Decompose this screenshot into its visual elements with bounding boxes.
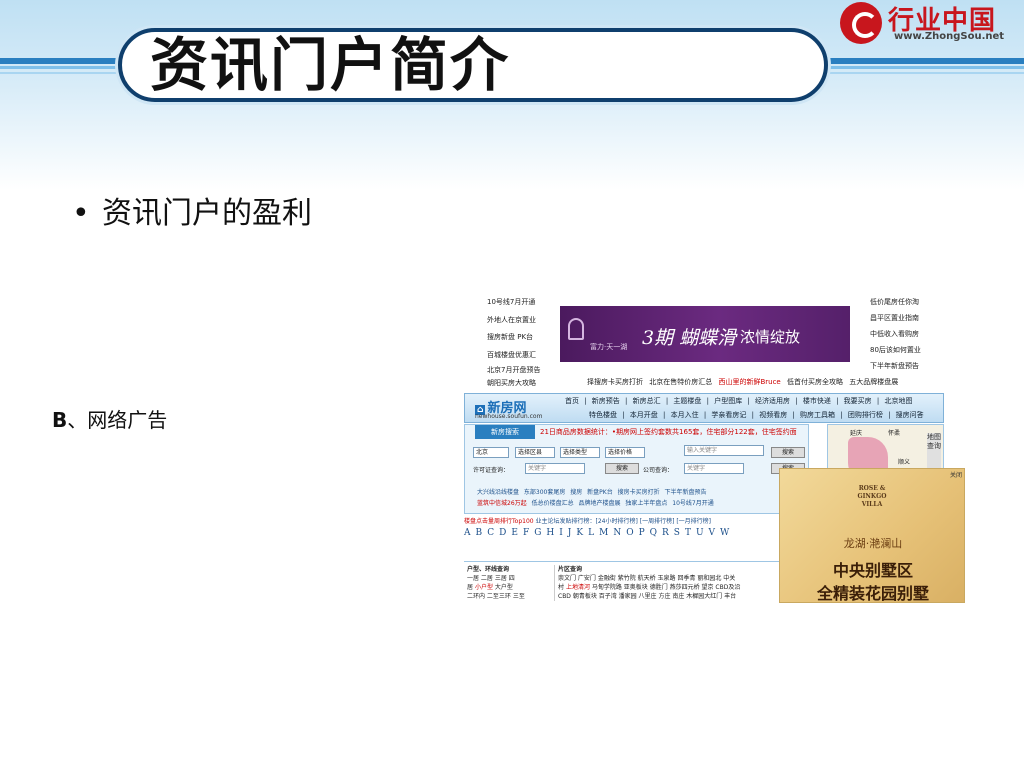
license-label: 许可证查询：: [473, 467, 510, 474]
list-item[interactable]: 搜房新盘 PK台: [487, 329, 540, 347]
license-input[interactable]: 关键字: [525, 463, 585, 474]
type-select[interactable]: 选择类型: [560, 447, 600, 458]
popup-villa-ad[interactable]: 关闭 ROSE & GINKGO VILLA 龙湖·滟澜山 中央别墅区 全精装花…: [779, 468, 965, 603]
area-query-column[interactable]: 片区查询 崇文门 广安门 金融街 紫竹院 航天桥 玉泉路 回季青 丽和园北 中关…: [554, 565, 740, 601]
zhongsou-logo: 行业中国 www.ZhongSou.net: [836, 0, 1016, 48]
ad-line-2: 中央别墅区: [832, 561, 913, 580]
subheading-text: 、网络广告: [67, 408, 168, 432]
banner-emblem-icon: [568, 318, 584, 340]
company-label: 公司查询：: [643, 467, 674, 474]
left-link-list: 10号线7月开通 外地人在京置业 搜房新盘 PK台 百城楼盘优惠汇 北京7月开盘…: [487, 294, 540, 390]
villa-brand: ROSE & GINKGO VILLA: [857, 485, 887, 508]
bullet-item: • 资讯门户的盈利: [72, 188, 312, 232]
promo-link-row: 择搜房卡买房打折 北京在售特价房汇总 西山里的新鲜Bruce 低首付买房全攻略 …: [587, 377, 898, 387]
list-item[interactable]: 百城楼盘优惠汇: [487, 347, 540, 365]
search-button[interactable]: 搜索: [771, 447, 805, 458]
slide-title: 资讯门户简介: [150, 31, 511, 99]
list-item[interactable]: 下半年新盘预告: [870, 358, 921, 374]
map-label: 顺义: [898, 459, 911, 466]
city-select[interactable]: 北京: [473, 447, 509, 458]
query-table: 户型、环线查询 一居 二居 三居 四 居 小户型 大户型 二环内 二至三环 三至…: [464, 561, 804, 603]
promo-link[interactable]: 五大品牌楼盘展: [849, 378, 898, 386]
search-panel: 新房搜索 21日商品房数据统计：•期房网上签约套数共165套，住宅部分122套，…: [464, 424, 809, 514]
keyword-input[interactable]: 输入关键字: [684, 445, 764, 456]
map-label: 延庆: [850, 430, 863, 437]
promo-link[interactable]: 西山里的新鲜Bruce: [718, 378, 780, 386]
map-label: 怀柔: [888, 430, 901, 437]
nav-row-secondary[interactable]: 特色楼盘 | 本月开盘 | 本月入住 | 学亲看房记 | 视频看房 | 购房工具…: [589, 410, 924, 420]
promo-link[interactable]: 择搜房卡买房打折: [587, 378, 643, 386]
alphabet-index[interactable]: ABCDEFGHIJKLMNOPQRSTUVW: [464, 528, 734, 538]
banner-tag: 富力·天一湖: [590, 343, 628, 351]
banner-ad[interactable]: 富力·天一湖 3期 蝴蝶滑 浓情绽放: [560, 306, 850, 362]
district-select[interactable]: 选择区县: [515, 447, 555, 458]
ad-line-1: 龙湖·滟澜山: [843, 537, 903, 550]
list-item[interactable]: 中低收入看购房: [870, 326, 921, 342]
price-select[interactable]: 选择价格: [605, 447, 645, 458]
logo-url: www.ZhongSou.net: [894, 31, 1005, 42]
list-item[interactable]: 10号线7月开通: [487, 294, 540, 312]
list-item[interactable]: 80后该如何置业: [870, 342, 921, 358]
bullet-text: 资讯门户的盈利: [102, 196, 312, 231]
right-link-list: 低价尾房任你淘 昌平区置业指南 中低收入看购房 80后该如何置业 下半年新盘预告: [870, 294, 921, 374]
subheading: B、网络广告: [52, 404, 167, 433]
sales-stat-ticker: 21日商品房数据统计：•期房网上签约套数共165套，住宅部分122套，住宅签约面: [540, 428, 797, 436]
slide: 资讯门户简介 行业中国 www.ZhongSou.net • 资讯门户的盈利 B、…: [0, 0, 1024, 768]
logo-mark-icon: [840, 2, 882, 44]
site-nav-bar: ⌂ 新房网 newhouse.soufun.com 首页 | 新房预告 | 新房总…: [464, 393, 944, 423]
list-item[interactable]: 北京7月开盘预告: [487, 364, 540, 376]
list-item[interactable]: 昌平区置业指南: [870, 310, 921, 326]
website-screenshot: 10号线7月开通 外地人在京置业 搜房新盘 PK台 百城楼盘优惠汇 北京7月开盘…: [461, 288, 965, 603]
list-item[interactable]: 低价尾房任你淘: [870, 294, 921, 310]
quick-links[interactable]: 大兴线沿线楼盘 东部300套尾房 搜房 新盘PK台 搜房卡买房打折 下半年新盘预…: [477, 487, 714, 509]
list-item[interactable]: 外地人在京置业: [487, 312, 540, 330]
banner-main-text: 3期 蝴蝶滑: [642, 327, 737, 349]
layout-query-column[interactable]: 户型、环线查询 一居 二居 三居 四 居 小户型 大户型 二环内 二至三环 三至: [467, 565, 525, 601]
subheading-letter: B: [52, 408, 68, 432]
promo-link[interactable]: 低首付买房全攻略: [787, 378, 843, 386]
ad-line-3: 全精装花园别墅: [816, 584, 929, 603]
list-item[interactable]: 朝阳买房大攻略: [487, 376, 540, 390]
bullet-marker: •: [72, 196, 90, 231]
license-search-button[interactable]: 搜索: [605, 463, 639, 474]
ranking-line[interactable]: 楼盘点击量周排行Top100 业主论坛发贴排行榜：[24小时排行榜] [一周排行…: [464, 516, 711, 525]
banner-sub-text: 浓情绽放: [740, 328, 801, 346]
nav-row-primary[interactable]: 首页 | 新房预告 | 新房总汇 | 主题楼盘 | 户型图库 | 经济适用房 |…: [565, 396, 912, 406]
site-url: newhouse.soufun.com: [475, 413, 543, 420]
close-button[interactable]: 关闭: [950, 470, 962, 479]
company-input[interactable]: 关键字: [684, 463, 744, 474]
tab-new-house-search[interactable]: 新房搜索: [475, 425, 535, 439]
promo-link[interactable]: 北京在售特价房汇总: [649, 378, 712, 386]
